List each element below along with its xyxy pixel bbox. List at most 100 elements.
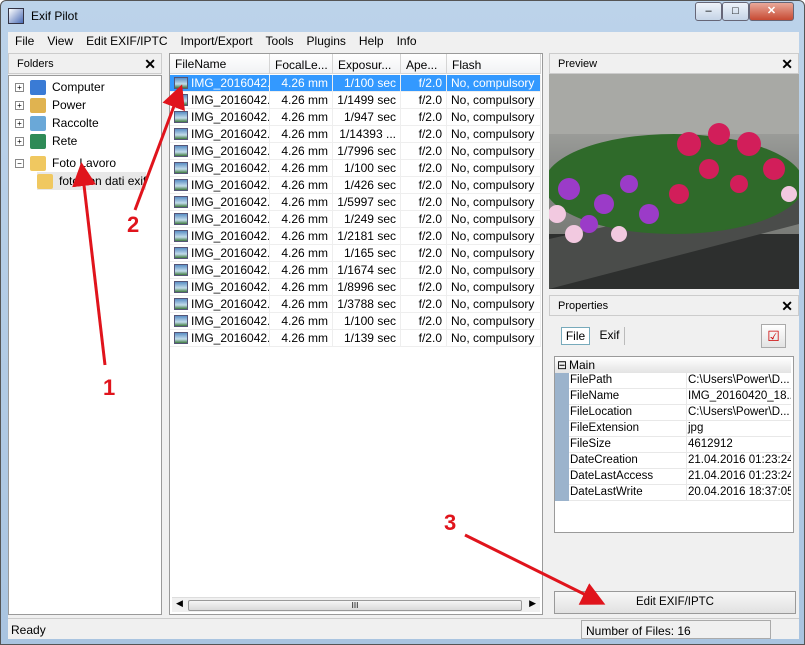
file-row[interactable]: IMG_2016042... 4.26 mm 1/8996 sec f/2.0 No, …	[170, 279, 541, 296]
file-row[interactable]: IMG_2016042... 4.26 mm 1/5997 sec f/2.0 No, …	[170, 194, 541, 211]
property-row[interactable]: DateLastAccess 21.04.2016 01:23:24	[569, 469, 791, 485]
file-row[interactable]: IMG_2016042... 4.26 mm 1/426 sec f/2.0 No, c…	[170, 177, 541, 194]
cell-text: 4.26 mm	[281, 263, 328, 277]
file-row[interactable]: IMG_2016042... 4.26 mm 1/14393 ... f/2.0 No,…	[170, 126, 541, 143]
cell-filename: IMG_2016042...	[170, 160, 270, 177]
cell-filename: IMG_2016042...	[170, 262, 270, 279]
cell-text: f/2.0	[418, 93, 442, 107]
tree-item-label: foto con dati exif	[59, 174, 147, 188]
expander-icon[interactable]: +	[15, 136, 24, 146]
tab-file[interactable]: File	[561, 327, 590, 345]
scroll-thumb[interactable]: III	[188, 600, 522, 611]
file-row[interactable]: IMG_2016042... 4.26 mm 1/1499 sec f/2.0 No, …	[170, 92, 541, 109]
maximize-button[interactable]: □	[722, 2, 749, 21]
cell-focalle: 4.26 mm	[270, 126, 333, 143]
cell-text: 1/5997 sec	[337, 195, 396, 209]
column-header-0[interactable]: FileName	[170, 54, 270, 73]
cell-filename: IMG_2016042...	[170, 177, 270, 194]
property-row[interactable]: FileSize 4612912	[569, 437, 791, 453]
cell-text: 1/8996 sec	[337, 280, 396, 294]
property-row[interactable]: DateLastWrite 20.04.2016 18:37:05	[569, 485, 791, 501]
file-row[interactable]: IMG_2016042... 4.26 mm 1/2181 sec f/2.0 No, …	[170, 228, 541, 245]
close-button[interactable]: ✕	[749, 2, 794, 21]
property-row[interactable]: FilePath C:\Users\Power\D...	[569, 373, 791, 389]
cell-focalle: 4.26 mm	[270, 279, 333, 296]
property-grid[interactable]: ⊟ Main FilePath C:\Users\Power\D... FileNa…	[554, 356, 794, 533]
expander-icon[interactable]: −	[15, 158, 24, 168]
file-row[interactable]: IMG_2016042... 4.26 mm 1/1674 sec f/2.0 No, …	[170, 262, 541, 279]
properties-close-icon[interactable]: ✕	[781, 298, 793, 315]
tree-item-foto-lavoro[interactable]: − Foto Lavoro	[15, 154, 116, 172]
cell-text: 1/100 sec	[343, 76, 396, 90]
cell-focalle: 4.26 mm	[270, 160, 333, 177]
cell-text: f/2.0	[418, 76, 442, 90]
file-row[interactable]: IMG_2016042... 4.26 mm 1/947 sec f/2.0 No, c…	[170, 109, 541, 126]
tree-item-raccolte[interactable]: + Raccolte	[15, 114, 99, 132]
cell-exposur: 1/8996 sec	[333, 279, 401, 296]
horizontal-scrollbar[interactable]: ◀ III ▶	[172, 597, 540, 612]
cell-focalle: 4.26 mm	[270, 177, 333, 194]
file-row[interactable]: IMG_2016042... 4.26 mm 1/3788 sec f/2.0 No, …	[170, 296, 541, 313]
cell-filename: IMG_2016042...	[170, 211, 270, 228]
file-list[interactable]: FileName FocalLe... Exposur... Ape... Flash …	[169, 53, 543, 615]
file-row[interactable]: IMG_2016042... 4.26 mm 1/249 sec f/2.0 No, c…	[170, 211, 541, 228]
app-icon	[8, 8, 24, 24]
file-row[interactable]: IMG_2016042... 4.26 mm 1/100 sec f/2.0 No, c…	[170, 75, 541, 92]
collapse-icon[interactable]: ⊟	[555, 358, 569, 372]
annotation-label-2: 2	[127, 212, 140, 237]
cell-filename: IMG_2016042...	[170, 109, 270, 126]
tree-item-computer[interactable]: + Computer	[15, 78, 105, 96]
image-file-icon	[174, 213, 188, 225]
property-row[interactable]: DateCreation 21.04.2016 01:23:24	[569, 453, 791, 469]
file-row[interactable]: IMG_2016042... 4.26 mm 1/100 sec f/2.0 No, c…	[170, 313, 541, 330]
property-row[interactable]: FileLocation C:\Users\Power\D...	[569, 405, 791, 421]
menu-tools[interactable]: Tools	[259, 32, 300, 51]
file-row[interactable]: IMG_2016042... 4.26 mm 1/100 sec f/2.0 No, c…	[170, 160, 541, 177]
tree-item-label: Raccolte	[52, 116, 99, 130]
tree-item-foto-con-dati-exif[interactable]: foto con dati exif	[37, 172, 147, 190]
folder-icon	[30, 155, 46, 171]
cell-exposur: 1/5997 sec	[333, 194, 401, 211]
tab-exif[interactable]: Exif	[595, 327, 625, 345]
minimize-button[interactable]: –	[695, 2, 722, 21]
cell-text: 4.26 mm	[281, 314, 328, 328]
menu-file[interactable]: File	[8, 32, 40, 51]
file-row[interactable]: IMG_2016042... 4.26 mm 1/139 sec f/2.0 No, c…	[170, 330, 541, 347]
cell-text: f/2.0	[418, 280, 442, 294]
preview-close-icon[interactable]: ✕	[781, 56, 793, 73]
menu-info[interactable]: Info	[390, 32, 423, 51]
column-header-2[interactable]: Exposur...	[333, 54, 401, 73]
file-row[interactable]: IMG_2016042... 4.26 mm 1/165 sec f/2.0 No, c…	[170, 245, 541, 262]
cell-focalle: 4.26 mm	[270, 75, 333, 92]
edit-exif-iptc-button[interactable]: Edit EXIF/IPTC	[554, 591, 796, 614]
tree-item-power[interactable]: + Power	[15, 96, 86, 114]
cell-flash: No, compulsory	[447, 262, 541, 279]
column-header-3[interactable]: Ape...	[401, 54, 447, 73]
menu-plugins[interactable]: Plugins	[300, 32, 352, 51]
menu-view[interactable]: View	[40, 32, 79, 51]
group-main[interactable]: ⊟ Main	[555, 357, 791, 373]
expander-icon[interactable]: +	[15, 100, 24, 110]
folder-tree[interactable]: + Computer + Power + Raccolte + Rete − Foto Lavor…	[8, 75, 162, 615]
cell-text: No, compulsory	[451, 229, 535, 243]
cell-text: 4.26 mm	[281, 229, 328, 243]
cell-text: 1/2181 sec	[337, 229, 396, 243]
expander-icon[interactable]: +	[15, 82, 24, 92]
tree-item-rete[interactable]: + Rete	[15, 132, 77, 150]
folders-close-icon[interactable]: ✕	[144, 56, 156, 73]
menu-import-export[interactable]: Import/Export	[174, 32, 259, 51]
menu-edit-exif-iptc[interactable]: Edit EXIF/IPTC	[79, 32, 173, 51]
scroll-left-icon[interactable]: ◀	[176, 598, 183, 609]
property-row[interactable]: FileName IMG_20160420_18...	[569, 389, 791, 405]
file-row[interactable]: IMG_2016042... 4.26 mm 1/7996 sec f/2.0 No, …	[170, 143, 541, 160]
scroll-right-icon[interactable]: ▶	[529, 598, 536, 609]
expander-icon[interactable]: +	[15, 118, 24, 128]
menu-help[interactable]: Help	[352, 32, 390, 51]
checklist-icon[interactable]: ☑	[761, 324, 786, 348]
property-row[interactable]: FileExtension jpg	[569, 421, 791, 437]
cell-text: IMG_2016042...	[191, 263, 270, 277]
column-header-1[interactable]: FocalLe...	[270, 54, 333, 73]
cell-filename: IMG_2016042...	[170, 75, 270, 92]
cell-exposur: 1/426 sec	[333, 177, 401, 194]
column-header-4[interactable]: Flash	[447, 54, 541, 73]
